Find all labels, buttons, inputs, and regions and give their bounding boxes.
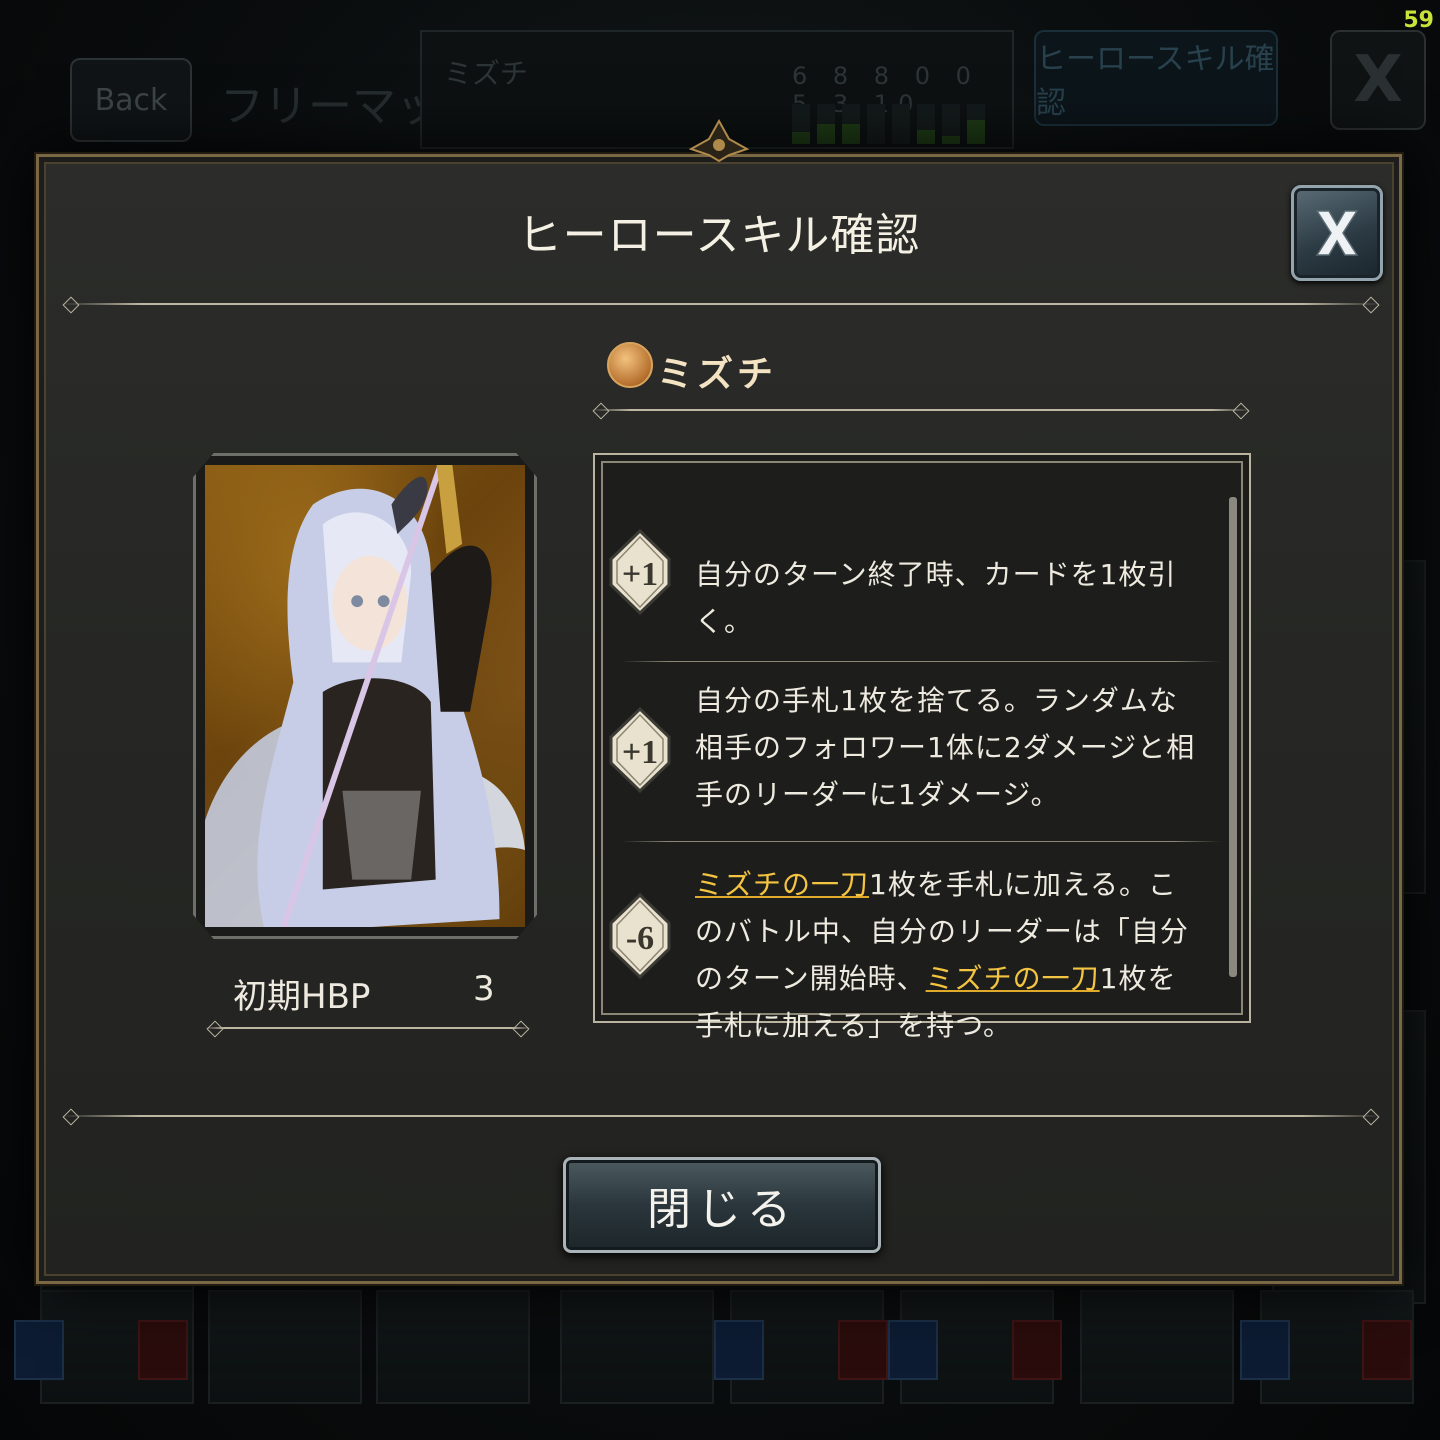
- skill-divider: [621, 661, 1221, 662]
- title-divider: [61, 303, 1381, 305]
- background-card: [376, 1290, 530, 1404]
- skill-cost-badge: -6: [609, 892, 671, 980]
- hero-skill-dialog: ヒーロースキル確認 初期HBP 3 ミズチ +1 自分のターン終了時、カードを1…: [36, 119, 1402, 1284]
- hero-portrait-frame: [193, 453, 537, 939]
- skill-cost-value: +1: [622, 556, 658, 593]
- initial-hbp-label: 初期HBP: [233, 977, 371, 1017]
- skill-description: ミズチの一刀1枚を手札に加える。このバトル中、自分のリーダーは「自分のターン開始…: [695, 861, 1201, 1049]
- dialog-title: ヒーロースキル確認: [517, 210, 921, 261]
- skill-description: 自分の手札1枚を捨てる。ランダムな相手のフォロワー1体に2ダメージと相手のリーダ…: [695, 677, 1201, 818]
- skill-cost-badge: +1: [609, 528, 671, 616]
- background-card: [560, 1290, 714, 1404]
- skill-description-text: 自分のターン終了時、カードを1枚引く。: [695, 558, 1177, 638]
- card-attack-gem: [138, 1320, 188, 1380]
- card-cost-gem: [888, 1320, 938, 1380]
- skill-description-text: 自分の手札1枚を捨てる。ランダムな相手のフォロワー1体に2ダメージと相手のリーダ…: [695, 684, 1196, 811]
- card-attack-gem: [1012, 1320, 1062, 1380]
- dialog-close-x-button[interactable]: [1291, 185, 1383, 281]
- close-icon: [1315, 210, 1359, 256]
- footer-divider: [61, 1115, 1381, 1117]
- hero-skill-button: ヒーロースキル確認: [1034, 30, 1278, 126]
- hero-name-divider: [591, 409, 1251, 411]
- background-card: [1080, 1290, 1234, 1404]
- hero-name: ミズチ: [657, 354, 778, 395]
- card-attack-gem: [1362, 1320, 1412, 1380]
- background-card: [208, 1290, 362, 1404]
- deck-name: ミズチ: [444, 57, 529, 90]
- cost-curve-bars: [792, 104, 985, 144]
- skill-list-scrollbar[interactable]: [1229, 497, 1237, 977]
- skill-cost-badge: +1: [609, 706, 671, 794]
- skill-cost-value: +1: [622, 734, 658, 771]
- card-cost-gem: [1240, 1320, 1290, 1380]
- hero-portrait: [205, 465, 525, 927]
- craft-emblem-icon: [607, 342, 653, 388]
- card-cost-gem: [14, 1320, 64, 1380]
- card-attack-gem: [838, 1320, 888, 1380]
- card-cost-gem: [714, 1320, 764, 1380]
- skill-description: 自分のターン終了時、カードを1枚引く。: [695, 551, 1215, 645]
- hbp-divider: [205, 1027, 531, 1029]
- initial-hbp-value: 3: [473, 969, 495, 1009]
- close-button[interactable]: 閉じる: [563, 1157, 881, 1253]
- screen-close-button: X: [1330, 30, 1426, 130]
- card-link-mizuchi-blade[interactable]: ミズチの一刀: [926, 962, 1100, 995]
- skill-cost-value: -6: [626, 920, 654, 957]
- card-link-mizuchi-blade[interactable]: ミズチの一刀: [695, 868, 869, 901]
- ornament-crest-icon: [689, 119, 749, 163]
- back-button: Back: [70, 58, 192, 142]
- skill-divider: [621, 841, 1221, 842]
